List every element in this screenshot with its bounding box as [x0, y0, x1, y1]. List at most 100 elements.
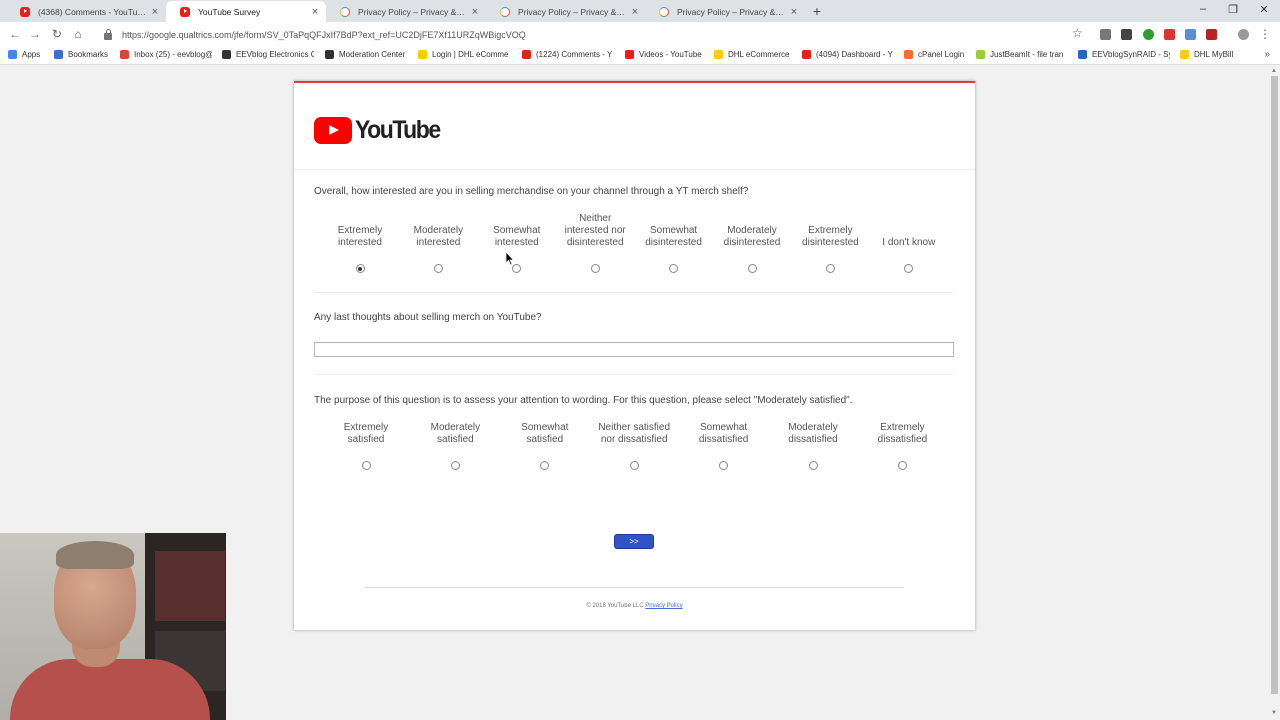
satisfaction-radio-button[interactable] [361, 461, 371, 470]
tab-privacy-2[interactable]: Privacy Policy – Privacy & Terms × [486, 1, 646, 22]
satisfaction-radio-button[interactable] [540, 461, 550, 470]
satisfaction-radio-button[interactable] [450, 461, 460, 470]
minimize-icon[interactable]: – [1196, 3, 1210, 15]
satisfaction-option-label: Extremely dissatisfied [877, 422, 928, 445]
bookmark-inbox[interactable]: Inbox (25) - eevblog@ [120, 50, 212, 59]
header-divider [294, 169, 975, 170]
interest-radio-button[interactable] [747, 264, 757, 273]
satisfaction-radio-button[interactable] [808, 461, 818, 470]
satisfaction-radio-button[interactable] [897, 461, 907, 470]
google-favicon-icon [659, 6, 669, 17]
next-button[interactable]: >> [614, 534, 654, 549]
cpanel-icon [904, 50, 913, 59]
evernote-icon[interactable] [1143, 29, 1154, 40]
interest-radio-button[interactable] [825, 264, 835, 273]
page-scrollbar[interactable]: ▲ ▼ [1269, 66, 1280, 720]
satisfaction-option[interactable]: Somewhat satisfied [506, 406, 584, 446]
url-text: https://google.qualtrics.com/jfe/form/SV… [122, 29, 526, 40]
tab-close-icon[interactable]: × [789, 6, 799, 18]
webcam-person-hair [56, 541, 134, 569]
satisfaction-option[interactable]: Somewhat dissatisfied [685, 406, 763, 446]
address-bar[interactable]: https://google.qualtrics.com/jfe/form/SV… [96, 25, 1090, 44]
interest-option-label: Somewhat disinterested [645, 225, 702, 248]
bookmark-comments[interactable]: (1224) Comments - Y [522, 50, 614, 59]
scroll-thumb[interactable] [1271, 76, 1278, 694]
satisfaction-option[interactable]: Moderately dissatisfied [774, 406, 852, 446]
privacy-policy-link[interactable]: Privacy Policy [645, 603, 682, 609]
tab-youtube-survey[interactable]: YouTube Survey × [166, 1, 326, 22]
interest-option[interactable]: Moderately interested [399, 209, 477, 249]
interest-radio-button[interactable] [669, 264, 679, 273]
interest-option[interactable]: I don't know [870, 209, 948, 249]
bookmark-bookmarks[interactable]: Bookmarks [54, 50, 116, 59]
satisfaction-radio-button[interactable] [719, 461, 729, 470]
youtube-favicon-icon [180, 6, 190, 17]
bookmark-dhl-login[interactable]: Login | DHL eComme [418, 50, 512, 59]
thoughts-text-input[interactable] [314, 342, 954, 357]
tab-title: (4368) Comments - YouTube [38, 6, 146, 17]
extension-icon[interactable] [1185, 29, 1196, 40]
interest-option[interactable]: Neither interested nor disinterested [556, 209, 634, 249]
bookmark-videos[interactable]: Videos - YouTube [625, 50, 707, 59]
interest-radio-button[interactable] [433, 264, 443, 273]
bookmark-justbeamit[interactable]: JustBeamIt - file tran [976, 50, 1068, 59]
interest-radio-button[interactable] [904, 264, 914, 273]
moderation-icon [325, 50, 334, 59]
bookmark-dhl-mybill[interactable]: DHL MyBill [1180, 50, 1242, 59]
bookmark-synraid[interactable]: EEVblogSynRAID - Sy [1078, 50, 1170, 59]
webcam-person-shirt [10, 659, 210, 720]
interest-option[interactable]: Extremely interested [321, 209, 399, 249]
extension-icon[interactable] [1164, 29, 1175, 40]
scroll-down-icon[interactable]: ▼ [1271, 710, 1277, 716]
satisfaction-option[interactable]: Extremely satisfied [327, 406, 405, 446]
tab-privacy-3[interactable]: Privacy Policy – Privacy & Terms × [645, 1, 805, 22]
bookmark-star-icon[interactable]: ☆ [1072, 26, 1083, 40]
interest-option[interactable]: Extremely disinterested [791, 209, 869, 249]
satisfaction-option[interactable]: Moderately satisfied [416, 406, 494, 446]
interest-radio-button[interactable] [355, 264, 365, 273]
question-1-text: Overall, how interested are you in selli… [314, 186, 749, 197]
tab-strip: (4368) Comments - YouTube × YouTube Surv… [0, 0, 1280, 22]
extension-icon[interactable] [1206, 29, 1217, 40]
interest-radio-button[interactable] [590, 264, 600, 273]
bookmark-moderation[interactable]: Moderation Center [325, 50, 413, 59]
satisfaction-option[interactable]: Extremely dissatisfied [863, 406, 941, 446]
window-close-icon[interactable]: ✕ [1257, 3, 1271, 16]
extension-icon[interactable] [1100, 29, 1111, 40]
back-arrow-icon[interactable]: ← [8, 27, 22, 41]
restore-icon[interactable]: ❐ [1226, 3, 1240, 16]
profile-avatar-icon[interactable] [1238, 29, 1249, 40]
justbeamit-icon [976, 50, 985, 59]
tab-close-icon[interactable]: × [470, 6, 480, 18]
home-icon[interactable]: ⌂ [71, 27, 85, 41]
scroll-up-icon[interactable]: ▲ [1271, 68, 1277, 74]
tab-close-icon[interactable]: × [310, 6, 320, 18]
question-2-text: Any last thoughts about selling merch on… [314, 312, 542, 323]
tab-close-icon[interactable]: × [150, 6, 160, 18]
bookmark-eevblog[interactable]: EEVblog Electronics C [222, 50, 314, 59]
gmail-icon [120, 50, 129, 59]
bookmark-cpanel[interactable]: cPanel Login [904, 50, 968, 59]
menu-dots-icon[interactable]: ⋮ [1258, 27, 1272, 41]
tab-privacy-1[interactable]: Privacy Policy – Privacy & Terms × [326, 1, 486, 22]
satisfaction-option-label: Neither satisfied nor dissatisfied [598, 422, 671, 445]
bookmark-apps[interactable]: Apps [8, 50, 48, 59]
interest-option[interactable]: Somewhat disinterested [635, 209, 713, 249]
extension-icon[interactable] [1121, 29, 1132, 40]
bookmarks-overflow-icon[interactable]: » [1264, 49, 1270, 60]
satisfaction-radio-button[interactable] [629, 461, 639, 470]
tab-comments[interactable]: (4368) Comments - YouTube × [6, 1, 166, 22]
dhl-icon [714, 50, 723, 59]
satisfaction-option[interactable]: Neither satisfied nor dissatisfied [595, 406, 673, 446]
bookmark-dhl-ecommerce[interactable]: DHL eCommerce [714, 50, 794, 59]
interest-option[interactable]: Somewhat interested [478, 209, 556, 249]
tab-close-icon[interactable]: × [630, 6, 640, 18]
reload-icon[interactable]: ↻ [50, 27, 64, 41]
forward-arrow-icon[interactable]: → [28, 27, 42, 41]
satisfaction-option-label: Moderately dissatisfied [788, 422, 838, 445]
interest-option-label: I don't know [882, 237, 936, 248]
interest-option[interactable]: Moderately disinterested [713, 209, 791, 249]
bookmark-dashboard[interactable]: (4094) Dashboard - Y [802, 50, 894, 59]
new-tab-plus-icon[interactable]: + [810, 3, 824, 19]
interest-option-label: Extremely interested [337, 225, 383, 248]
